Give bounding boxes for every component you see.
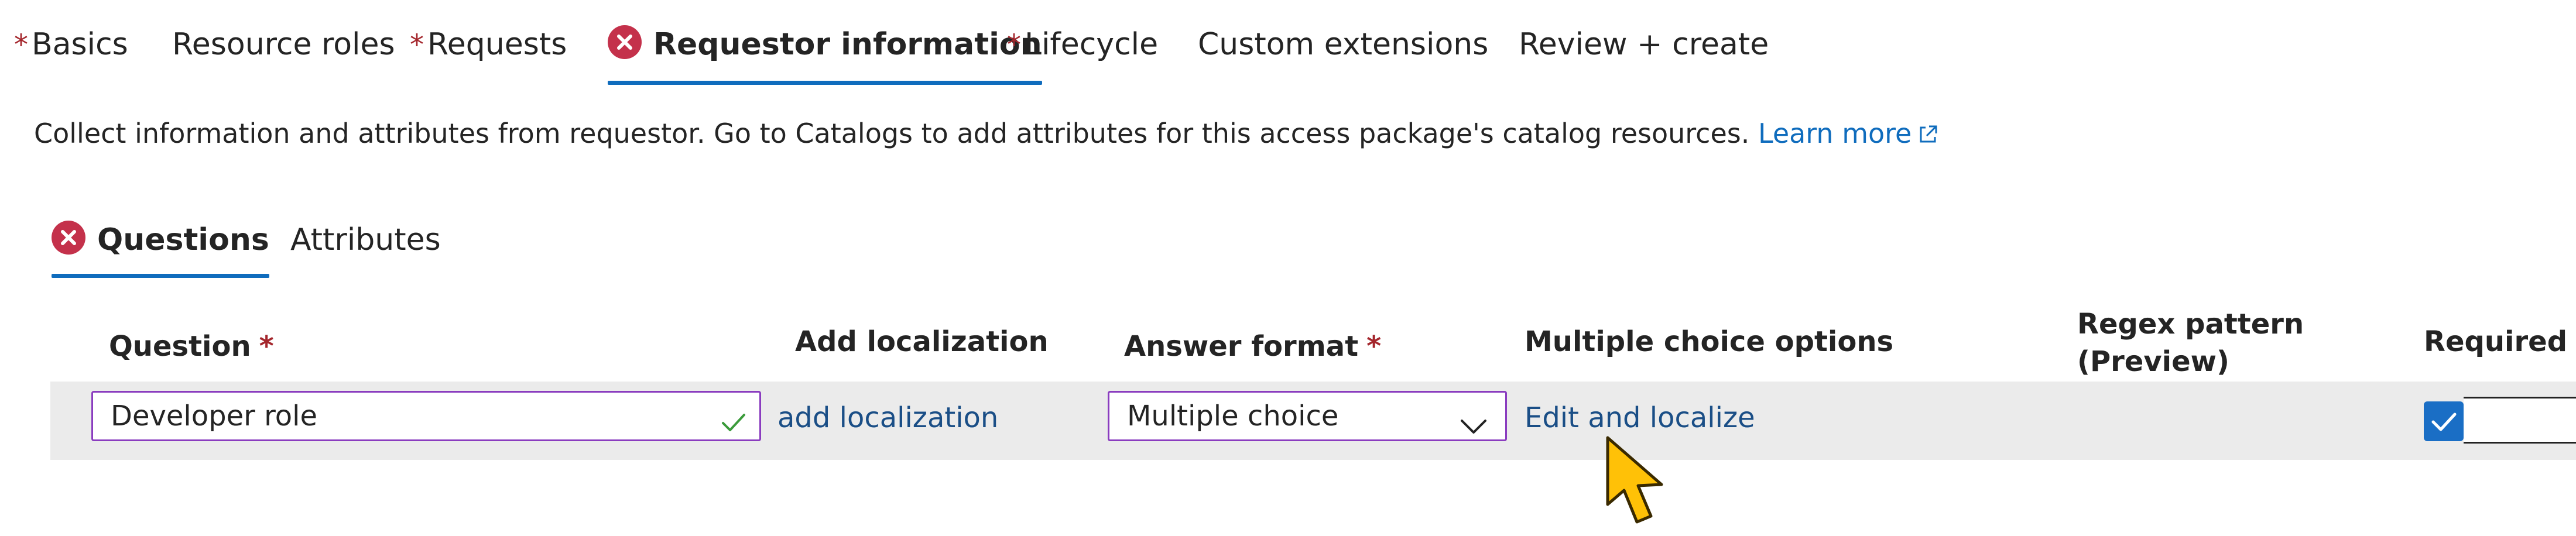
checkmark-icon [720, 403, 748, 450]
column-label: Add localization [795, 325, 1049, 358]
tab-requestor-information[interactable]: Requestor information [608, 21, 1042, 91]
column-header-required: Required [2424, 323, 2567, 360]
tab-basics[interactable]: * Basics [14, 21, 128, 91]
required-marker: * [1366, 330, 1382, 363]
tab-review-create[interactable]: Review + create [1519, 21, 1769, 91]
tab-label: Resource roles [172, 27, 395, 62]
tab-label: Basics [32, 27, 128, 62]
mouse-pointer-icon [1604, 434, 1680, 536]
question-value: Developer role [111, 400, 318, 432]
column-label-preview: (Preview) [2077, 345, 2229, 378]
column-label: Answer format [1124, 330, 1359, 363]
column-header-regex-pattern: Regex pattern (Preview) [2077, 305, 2304, 380]
answer-format-dropdown[interactable]: Multiple choice [1108, 391, 1507, 441]
tab-custom-extensions[interactable]: Custom extensions [1198, 21, 1488, 91]
tab-lifecycle[interactable]: * Lifecycle [1007, 21, 1158, 91]
tab-label: Review + create [1519, 27, 1769, 62]
column-label: Question [109, 330, 251, 363]
subtab-label: Questions [97, 222, 269, 257]
learn-more-label: Learn more [1758, 118, 1912, 149]
tab-requests[interactable]: * Requests [410, 21, 567, 91]
learn-more-link[interactable]: Learn more [1758, 118, 1938, 149]
subtab-questions[interactable]: Questions [52, 218, 269, 278]
tab-label: Custom extensions [1198, 27, 1489, 62]
description-text: Collect information and attributes from … [34, 118, 1750, 149]
question-input[interactable]: Developer role [91, 391, 761, 441]
subtab-label: Attributes [290, 222, 441, 257]
tab-label: Lifecycle [1025, 27, 1159, 62]
column-header-question: Question * [109, 328, 274, 365]
page-description: Collect information and attributes from … [34, 115, 1938, 154]
subtab-attributes[interactable]: Attributes [290, 218, 441, 276]
column-header-multiple-choice-options: Multiple choice options [1525, 323, 1893, 360]
tab-resource-roles[interactable]: Resource roles [172, 21, 395, 91]
column-label: Multiple choice options [1525, 325, 1894, 358]
required-marker: * [259, 330, 274, 363]
tab-label: Requestor information [653, 27, 1042, 62]
error-icon [608, 25, 642, 59]
checkbox-frame [2464, 397, 2576, 444]
edit-and-localize-link[interactable]: Edit and localize [1525, 399, 1755, 437]
add-localization-link[interactable]: add localization [777, 399, 998, 437]
column-header-add-localization: Add localization [795, 323, 1049, 360]
chevron-down-icon [1460, 406, 1488, 452]
column-label: Required [2424, 325, 2568, 358]
column-label: Regex pattern [2077, 308, 2304, 341]
required-marker: * [410, 29, 424, 61]
column-header-answer-format: Answer format * [1124, 328, 1381, 365]
required-marker: * [14, 29, 28, 61]
error-icon [52, 221, 85, 255]
tab-label: Requests [427, 27, 567, 62]
answer-format-value: Multiple choice [1127, 400, 1339, 432]
required-checkbox[interactable] [2424, 401, 2464, 441]
required-marker: * [1007, 29, 1021, 61]
external-link-icon [1917, 117, 1938, 154]
